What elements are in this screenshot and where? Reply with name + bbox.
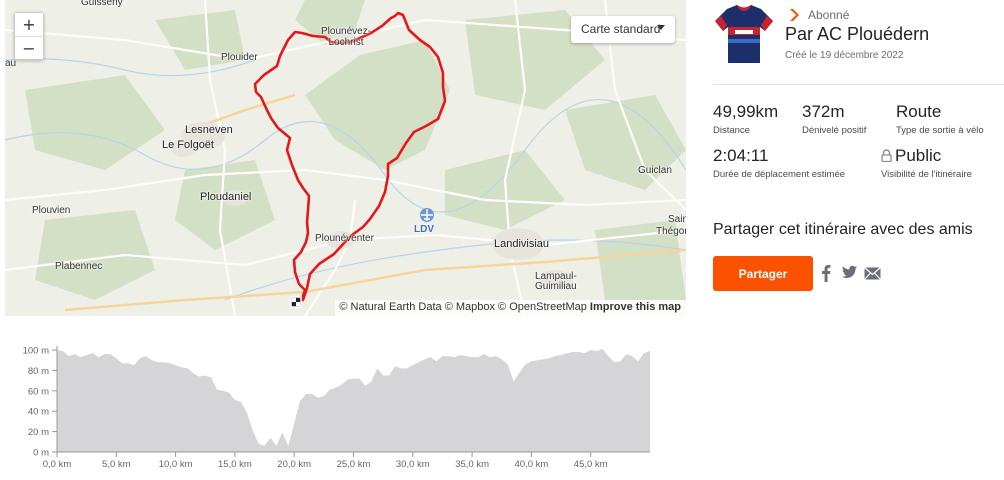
share-heading: Partager cet itinéraire avec des amis (713, 221, 973, 238)
x-tick-label: 40,0 km (515, 459, 549, 470)
place-landivisiau: Landivisiau (494, 238, 550, 250)
place-ploudaniel: Ploudaniel (200, 191, 252, 203)
zoom-out-button[interactable]: − (15, 36, 43, 59)
stat-type-label: Type de sortie à vélo (896, 125, 984, 136)
map-attribution: © Natural Earth Data © Mapbox © OpenStre… (335, 300, 686, 316)
subscription-chevron-icon (790, 9, 799, 21)
attribution-text: © Natural Earth Data © Mapbox © OpenStre… (339, 301, 587, 313)
elevation-area (57, 349, 650, 452)
x-tick-label: 0,0 km (43, 459, 72, 470)
lock-icon (881, 149, 892, 162)
stat-visibility-label: Visibilité de l'itinéraire (881, 169, 972, 180)
subscription-label: Abonné (808, 8, 850, 22)
club-jersey-avatar (715, 5, 773, 63)
place-saint: Sain (668, 214, 686, 225)
facebook-icon[interactable] (821, 264, 831, 282)
improve-map-link[interactable]: Improve this map (590, 301, 681, 313)
x-tick-label: 10,0 km (159, 459, 193, 470)
map-style-label: Carte standard (581, 22, 661, 36)
x-tick-label: 15,0 km (218, 459, 252, 470)
zoom-control: + − (14, 12, 44, 60)
share-button[interactable]: Partager (713, 256, 813, 291)
stat-duration-value: 2:04:11 (713, 146, 769, 165)
x-tick-label: 5,0 km (102, 459, 131, 470)
x-tick-label: 35,0 km (455, 459, 489, 470)
x-tick-label: 25,0 km (337, 459, 371, 470)
stat-distance-value: 49,99km (713, 102, 779, 121)
place-plouider: Plouider (221, 52, 258, 63)
stat-visibility: Public Visibilité de l'itinéraire (881, 146, 972, 180)
elevation-chart[interactable]: 0 m 20 m 40 m 60 m 80 m 100 m 0,0 km 5,0 km 10,0… (0, 338, 680, 480)
place-plounevez-lochrist: Plounévez- Lochrist (321, 26, 372, 48)
subscription-badge: Abonné (790, 8, 849, 22)
stat-distance: 49,99km Distance (713, 102, 778, 136)
y-tick-label: 80 m (28, 366, 49, 377)
stat-elevation-label: Dénivelé positif (802, 125, 867, 136)
stat-visibility-value: Public (895, 146, 942, 165)
place-guisseny: Guisseny (81, 0, 123, 8)
divider (713, 84, 1004, 85)
place-lesneven: Lesneven (185, 124, 233, 136)
zoom-in-button[interactable]: + (15, 13, 43, 36)
place-guiclan: Guiclan (638, 165, 672, 176)
route-title: Par AC Plouédern (785, 24, 930, 44)
stat-distance-label: Distance (713, 125, 750, 136)
place-au: au (5, 58, 17, 69)
finish-flag-icon (290, 296, 302, 308)
x-tick-label: 30,0 km (396, 459, 430, 470)
stat-elevation-gain: 372m Dénivelé positif (802, 102, 866, 136)
route-map[interactable]: Guisseny Plounévez- Lochrist Plouider au… (5, 0, 686, 316)
y-tick-label: 40 m (28, 407, 49, 418)
y-tick-label: 20 m (28, 427, 49, 438)
stat-ride-type: Route Type de sortie à vélo (896, 102, 984, 136)
stat-type-value: Route (896, 102, 942, 121)
route-created-date: Créé le 19 décembre 2022 (785, 50, 904, 61)
place-plouneventer: Plounéventer (315, 233, 374, 244)
email-icon[interactable] (864, 267, 881, 280)
stat-duration: 2:04:11 Durée de déplacement estimée (713, 146, 845, 180)
x-tick-label: 20,0 km (277, 459, 311, 470)
place-lampaul-guimiliau: Lampaul- Guimiliau (535, 271, 577, 292)
stat-duration-label: Durée de déplacement estimée (713, 169, 846, 180)
place-plouvien: Plouvien (32, 205, 71, 216)
place-plabennec: Plabennec (55, 261, 103, 272)
place-le-folgoet: Le Folgoët (162, 139, 214, 151)
place-thegon: Thégon (656, 226, 686, 237)
y-tick-label: 0 m (33, 448, 49, 459)
x-tick-label: 45,0 km (574, 459, 608, 470)
place-ldv-airport: LDV (414, 224, 434, 235)
y-tick-label: 100 m (23, 346, 49, 357)
twitter-icon[interactable] (842, 265, 857, 279)
y-tick-label: 60 m (28, 386, 49, 397)
route-line (253, 11, 447, 304)
caret-down-icon (657, 25, 665, 30)
stat-elevation-value: 372m (802, 102, 845, 121)
map-style-dropdown[interactable]: Carte standard (571, 16, 675, 43)
